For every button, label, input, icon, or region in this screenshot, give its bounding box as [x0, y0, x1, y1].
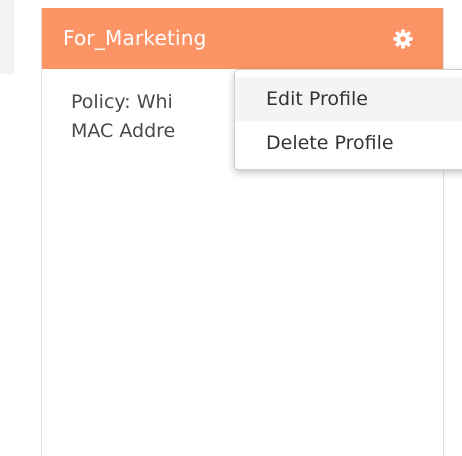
- policy-text: Policy: Whi: [71, 91, 173, 113]
- left-panel-edge: [0, 0, 14, 74]
- gear-icon[interactable]: [392, 28, 414, 50]
- card-title: For_Marketing: [63, 26, 207, 50]
- mac-address-text: MAC Addre: [71, 120, 176, 142]
- card-header: For_Marketing: [42, 8, 443, 69]
- edit-profile-menu-item[interactable]: Edit Profile: [235, 77, 462, 121]
- card-body: Policy: Whi MAC Addre: [71, 88, 175, 146]
- profile-actions-menu: Edit Profile Delete Profile: [234, 69, 462, 170]
- page: For_Marketing Policy: Whi MAC Addre Edit…: [0, 0, 462, 456]
- delete-profile-menu-item[interactable]: Delete Profile: [235, 121, 462, 165]
- profile-card: For_Marketing Policy: Whi MAC Addre Edit…: [41, 8, 462, 456]
